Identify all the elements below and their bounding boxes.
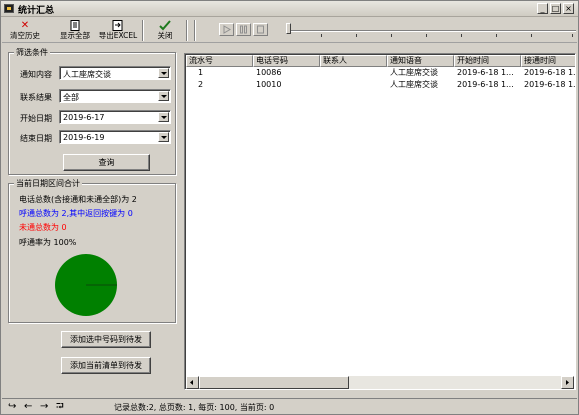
- window-title: 统计汇总: [18, 6, 55, 16]
- cell-contact: [320, 79, 387, 91]
- cell-phone: 10010: [256, 80, 282, 89]
- chevron-down-icon[interactable]: [158, 112, 169, 122]
- pause-button[interactable]: [236, 23, 251, 36]
- next-page-icon[interactable]: →: [40, 402, 48, 412]
- status-bar: ↪ ← → ⮒ 记录总数:2, 总页数: 1, 每页: 100, 当前页: 0: [2, 398, 577, 414]
- connect-rate-text: 呼通率为 100%: [19, 238, 77, 247]
- arrow-right-icon: [566, 380, 569, 385]
- table-row[interactable]: 1 10086 人工座席交谈 2019-6-18 1... 2019-6-18 …: [186, 67, 576, 79]
- add-selected-to-pending-button[interactable]: 添加选中号码到待发: [61, 331, 151, 348]
- contact-result-label: 联系结果: [20, 93, 52, 102]
- toolbar-separator: [142, 20, 144, 41]
- last-page-icon[interactable]: ⮒: [56, 402, 64, 412]
- cell-voice: 人工座席交谈: [390, 68, 438, 77]
- toolbar: ✕ 清空历史 显示全部 导出EXCEL 关闭: [2, 18, 577, 43]
- statistics-window: 统计汇总 _ □ × ✕ 清空历史 显示全部 导出EXCEL 关闭 筛选条件 通…: [0, 0, 579, 415]
- pause-icon: [240, 25, 247, 34]
- export-icon: [112, 20, 124, 31]
- connected-calls-text: 呼通总数为 2,其中返回按键为 0: [19, 209, 133, 218]
- failed-calls-text: 未通总数为 0: [19, 223, 67, 232]
- toolbar-separator: [194, 20, 196, 41]
- previous-page-icon[interactable]: ←: [24, 402, 32, 412]
- column-header-connect-time[interactable]: 接通时间: [521, 55, 575, 67]
- close-window-button[interactable]: ×: [563, 3, 574, 14]
- first-page-icon[interactable]: ↪: [8, 402, 16, 412]
- cell-connect-time: 2019-6-18 1...: [524, 68, 576, 77]
- end-date-label: 结束日期: [20, 134, 52, 143]
- scroll-thumb[interactable]: [199, 376, 349, 389]
- record-summary-text: 记录总数:2, 总页数: 1, 每页: 100, 当前页: 0: [114, 403, 275, 412]
- notify-content-select[interactable]: 人工座席交谈: [59, 66, 171, 80]
- checkmark-icon: [159, 20, 171, 31]
- red-x-icon: ✕: [20, 20, 30, 31]
- cell-start-time: 2019-6-18 1...: [457, 80, 514, 89]
- filter-group: 筛选条件 通知内容 人工座席交谈 联系结果 全部 开始日期 2019-6-17 …: [8, 47, 176, 175]
- chevron-down-icon[interactable]: [158, 91, 169, 101]
- stop-button[interactable]: [253, 23, 268, 36]
- toolbar-separator: [186, 20, 188, 41]
- column-header-start-time[interactable]: 开始时间: [454, 55, 521, 67]
- column-header-voice[interactable]: 通知语音: [387, 55, 454, 67]
- end-date-picker[interactable]: 2019-6-19: [59, 130, 171, 144]
- summary-group: 当前日期区间合计 电话总数(含接通和未通全部)为 2 呼通总数为 2,其中返回按…: [8, 178, 176, 323]
- close-button[interactable]: 关闭: [150, 19, 180, 42]
- cell-phone: 10086: [256, 68, 282, 77]
- table-header: 流水号 电话号码 联系人 通知语音 开始时间 接通时间: [186, 55, 575, 67]
- scroll-right-button[interactable]: [561, 376, 574, 389]
- playback-slider[interactable]: [286, 23, 576, 37]
- filter-group-label: 筛选条件: [14, 47, 50, 58]
- chevron-down-icon[interactable]: [158, 132, 169, 142]
- maximize-button[interactable]: □: [550, 3, 561, 14]
- minimize-button[interactable]: _: [537, 3, 548, 14]
- connect-rate-pie-chart: [55, 254, 117, 316]
- chevron-down-icon[interactable]: [158, 68, 169, 78]
- query-button[interactable]: 查询: [63, 154, 150, 171]
- add-current-list-to-pending-button[interactable]: 添加当前清单到待发: [61, 357, 151, 374]
- slider-knob[interactable]: [286, 23, 291, 34]
- export-excel-button[interactable]: 导出EXCEL: [97, 19, 139, 42]
- cell-start-time: 2019-6-18 1...: [457, 68, 514, 77]
- clear-history-button[interactable]: ✕ 清空历史: [6, 19, 44, 42]
- play-button[interactable]: [219, 23, 234, 36]
- horizontal-scrollbar[interactable]: [186, 376, 574, 389]
- play-icon: [223, 25, 231, 34]
- cell-voice: 人工座席交谈: [390, 80, 438, 89]
- stop-icon: [257, 25, 264, 34]
- cell-serial: 2: [198, 80, 204, 89]
- app-icon: [4, 4, 14, 13]
- notify-content-label: 通知内容: [20, 70, 52, 79]
- results-table: 流水号 电话号码 联系人 通知语音 开始时间 接通时间 1 10086 人工座席…: [184, 53, 576, 390]
- document-icon: [69, 20, 81, 31]
- summary-group-label: 当前日期区间合计: [14, 178, 82, 189]
- cell-connect-time: 2019-6-18 1...: [524, 80, 576, 89]
- cell-serial: 1: [198, 68, 204, 77]
- arrow-left-icon: [190, 380, 193, 385]
- column-header-serial[interactable]: 流水号: [186, 55, 253, 67]
- title-bar: 统计汇总 _ □ ×: [1, 1, 578, 17]
- column-header-contact[interactable]: 联系人: [320, 55, 387, 67]
- contact-result-select[interactable]: 全部: [59, 89, 171, 103]
- column-header-phone[interactable]: 电话号码: [253, 55, 320, 67]
- start-date-label: 开始日期: [20, 114, 52, 123]
- total-calls-text: 电话总数(含接通和未通全部)为 2: [19, 195, 137, 204]
- start-date-picker[interactable]: 2019-6-17: [59, 110, 171, 124]
- cell-contact: [320, 67, 387, 79]
- show-all-button[interactable]: 显示全部: [56, 19, 94, 42]
- table-row[interactable]: 2 10010 人工座席交谈 2019-6-18 1... 2019-6-18 …: [186, 79, 576, 91]
- scroll-left-button[interactable]: [186, 376, 199, 389]
